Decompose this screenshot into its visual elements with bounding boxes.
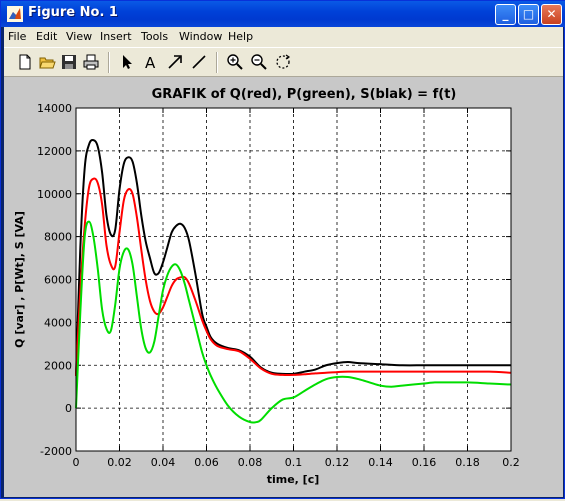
x-tick-label: 0.02 bbox=[107, 456, 132, 469]
figure-canvas: GRAFIK of Q(red), P(green), S(blak) = f(… bbox=[4, 77, 563, 497]
matlab-logo-icon bbox=[7, 6, 23, 22]
menu-view[interactable]: View bbox=[66, 30, 92, 43]
close-button[interactable]: ✕ bbox=[541, 4, 562, 25]
y-tick-label: 4000 bbox=[44, 316, 72, 329]
x-tick-label: 0.04 bbox=[151, 456, 176, 469]
text-tool-icon[interactable]: A bbox=[142, 53, 160, 71]
title-bar[interactable]: Figure No. 1 _ □ ✕ bbox=[1, 1, 565, 27]
x-tick-label: 0 bbox=[73, 456, 80, 469]
y-tick-label: 6000 bbox=[44, 274, 72, 287]
toolbar-separator bbox=[108, 52, 110, 73]
line-tool-icon[interactable] bbox=[190, 53, 208, 71]
svg-text:A: A bbox=[145, 54, 156, 71]
menu-insert[interactable]: Insert bbox=[100, 30, 132, 43]
toolbar-separator bbox=[216, 52, 218, 73]
save-icon[interactable] bbox=[60, 53, 78, 71]
line-chart: GRAFIK of Q(red), P(green), S(blak) = f(… bbox=[13, 87, 520, 486]
y-tick-label: 14000 bbox=[37, 102, 72, 115]
x-tick-label: 0.16 bbox=[412, 456, 437, 469]
x-tick-label: 0.1 bbox=[285, 456, 303, 469]
select-arrow-icon[interactable] bbox=[118, 53, 136, 71]
menu-tools[interactable]: Tools bbox=[141, 30, 168, 43]
y-tick-label: 10000 bbox=[37, 188, 72, 201]
x-tick-label: 0.14 bbox=[368, 456, 393, 469]
menu-bar: File Edit View Insert Tools Window Help bbox=[4, 27, 563, 47]
rotate-icon[interactable] bbox=[274, 53, 292, 71]
x-tick-label: 0.12 bbox=[325, 456, 350, 469]
open-folder-icon[interactable] bbox=[38, 53, 56, 71]
x-tick-label: 0.06 bbox=[194, 456, 219, 469]
x-axis-label: time, [c] bbox=[267, 473, 320, 486]
window-title: Figure No. 1 bbox=[28, 5, 118, 20]
figure-window: Figure No. 1 _ □ ✕ File Edit View Insert… bbox=[0, 0, 565, 499]
toolbar: A bbox=[4, 47, 563, 77]
arrow-tool-icon[interactable] bbox=[166, 53, 184, 71]
x-tick-label: 0.18 bbox=[455, 456, 480, 469]
new-file-icon[interactable] bbox=[16, 53, 34, 71]
y-tick-label: 12000 bbox=[37, 145, 72, 158]
menu-file[interactable]: File bbox=[8, 30, 26, 43]
y-tick-label: 0 bbox=[65, 402, 72, 415]
minimize-button[interactable]: _ bbox=[495, 4, 516, 25]
x-tick-label: 0.2 bbox=[502, 456, 520, 469]
menu-edit[interactable]: Edit bbox=[36, 30, 57, 43]
y-tick-label: 2000 bbox=[44, 359, 72, 372]
x-tick-label: 0.08 bbox=[238, 456, 263, 469]
y-tick-label: -2000 bbox=[40, 445, 72, 458]
zoom-out-icon[interactable] bbox=[250, 53, 268, 71]
y-axis-label: Q [var] , P[Wt], S [VA] bbox=[13, 211, 26, 348]
y-tick-label: 8000 bbox=[44, 231, 72, 244]
maximize-button[interactable]: □ bbox=[518, 4, 539, 25]
zoom-in-icon[interactable] bbox=[226, 53, 244, 71]
menu-window[interactable]: Window bbox=[179, 30, 222, 43]
chart-title: GRAFIK of Q(red), P(green), S(blak) = f(… bbox=[152, 87, 457, 102]
print-icon[interactable] bbox=[82, 53, 100, 71]
menu-help[interactable]: Help bbox=[228, 30, 253, 43]
